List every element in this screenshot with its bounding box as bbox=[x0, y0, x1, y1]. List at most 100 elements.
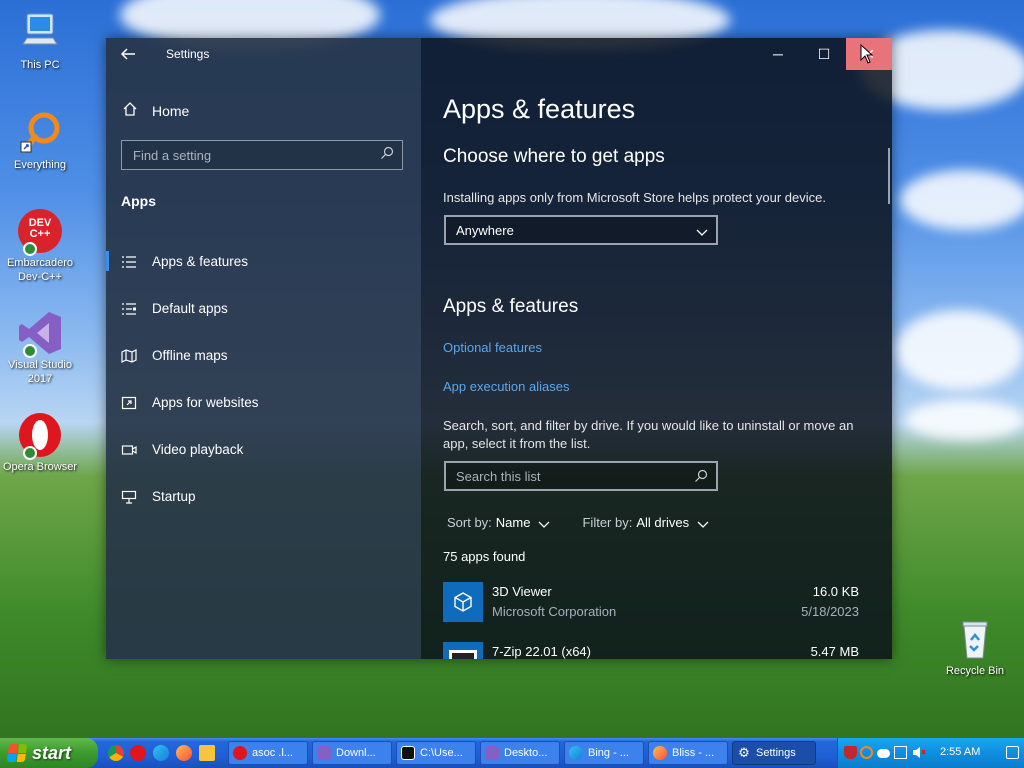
firefox-icon[interactable] bbox=[176, 745, 192, 761]
taskbar-button-label: Bliss - ... bbox=[672, 747, 715, 759]
back-arrow-icon[interactable] bbox=[120, 46, 138, 64]
check-badge-icon bbox=[23, 344, 37, 358]
start-button[interactable]: start bbox=[0, 738, 98, 768]
filter-by-dropdown[interactable]: Filter by: All drives bbox=[582, 515, 709, 530]
search-list-input[interactable]: Search this list bbox=[444, 461, 718, 491]
taskbar-button-settings[interactable]: ⚙ Settings bbox=[732, 741, 816, 765]
opera-icon[interactable] bbox=[130, 745, 146, 761]
search-icon bbox=[694, 469, 708, 483]
map-icon bbox=[120, 348, 138, 364]
desktop-icon-label: Visual Studio 2017 bbox=[7, 359, 72, 385]
taskbar-button-bing[interactable]: Bing - ... bbox=[564, 741, 644, 765]
opera-icon bbox=[17, 412, 63, 460]
cloud bbox=[900, 170, 1024, 230]
optional-features-link[interactable]: Optional features bbox=[443, 340, 542, 355]
taskbar-button-bliss[interactable]: Bliss - ... bbox=[648, 741, 728, 765]
start-label: start bbox=[32, 742, 72, 763]
nav-item-label: Offline maps bbox=[152, 348, 228, 363]
nav-item-default-apps[interactable]: Default apps bbox=[106, 285, 421, 332]
nav-item-apps-features[interactable]: Apps & features bbox=[106, 238, 421, 285]
filter-value: All drives bbox=[636, 515, 690, 530]
taskbar-button-label: Settings bbox=[756, 747, 796, 759]
choose-heading: Choose where to get apps bbox=[443, 146, 665, 167]
app-list-item[interactable]: 3D Viewer Microsoft Corporation 16.0 KB … bbox=[443, 582, 859, 630]
search-icon bbox=[380, 146, 394, 160]
taskbar-button-label: Deskto... bbox=[504, 747, 548, 759]
folder-icon[interactable] bbox=[199, 745, 215, 761]
section-title: Apps bbox=[121, 193, 156, 209]
sort-by-dropdown[interactable]: Sort by: Name bbox=[447, 515, 550, 530]
nav-item-startup[interactable]: Startup bbox=[106, 473, 421, 520]
settings-main: ─ ☐ ✕ Apps & features Choose where to ge… bbox=[421, 38, 892, 659]
taskbar-button-label: Bing - ... bbox=[588, 747, 629, 759]
open-external-icon bbox=[120, 395, 138, 411]
desktop-icon-label: This PC bbox=[20, 59, 60, 71]
network-icon[interactable] bbox=[894, 746, 907, 759]
maximize-button[interactable]: ☐ bbox=[801, 38, 847, 70]
chevron-down-icon bbox=[696, 224, 708, 236]
edge-icon[interactable] bbox=[153, 745, 169, 761]
gear-icon: ⚙ bbox=[738, 745, 750, 760]
desktop-icon-this-pc[interactable]: This PC bbox=[2, 10, 78, 72]
nav-item-video-playback[interactable]: Video playback bbox=[106, 426, 421, 473]
devcpp-icon-text: DEV C++ bbox=[28, 217, 52, 240]
desktop-icon-devcpp[interactable]: DEV C++ Embarcadero Dev-C++ bbox=[2, 208, 78, 284]
taskbar-button-7zip[interactable]: C:\Use... bbox=[396, 741, 476, 765]
firefox-icon bbox=[653, 746, 667, 760]
search-description: Search, sort, and filter by drive. If yo… bbox=[443, 418, 854, 451]
nav-item-label: Video playback bbox=[152, 442, 244, 457]
startup-icon bbox=[120, 489, 138, 505]
page-title: Apps & features bbox=[443, 94, 636, 124]
nav-home[interactable]: Home bbox=[120, 100, 189, 122]
onedrive-cloud-icon[interactable] bbox=[877, 749, 890, 758]
volume-muted-icon[interactable] bbox=[912, 746, 926, 759]
scrollbar[interactable] bbox=[888, 148, 890, 204]
check-badge-icon bbox=[23, 242, 37, 256]
nav-item-apps-for-websites[interactable]: Apps for websites bbox=[106, 379, 421, 426]
visual-studio-icon bbox=[485, 746, 499, 760]
list-icon bbox=[120, 254, 138, 270]
taskbar-button-desktop[interactable]: Deskto... bbox=[480, 741, 560, 765]
app-date: 5/18/2023 bbox=[801, 604, 859, 619]
desktop-icon-label: Embarcadero Dev-C++ bbox=[6, 257, 74, 283]
chevron-down-icon bbox=[697, 518, 709, 528]
settings-window: Settings Home Find a setting Apps Apps &… bbox=[106, 38, 892, 659]
opera-icon bbox=[233, 746, 247, 760]
app-list-item[interactable]: 7-Zip 22.01 (x64) 5.47 MB bbox=[443, 642, 859, 659]
nav-item-label: Default apps bbox=[152, 301, 228, 316]
filter-label: Filter by: bbox=[582, 515, 633, 530]
find-setting-input[interactable]: Find a setting bbox=[121, 140, 403, 170]
magnifier-icon bbox=[17, 110, 63, 156]
desktop-icon-everything[interactable]: Everything bbox=[2, 110, 78, 172]
minimize-button[interactable]: ─ bbox=[755, 38, 801, 70]
nav-home-label: Home bbox=[152, 103, 190, 119]
desktop-icon-recycle-bin[interactable]: Recycle Bin bbox=[937, 616, 1013, 678]
security-shield-icon[interactable] bbox=[844, 746, 857, 759]
desktop-icon-visual-studio[interactable]: Visual Studio 2017 bbox=[2, 310, 78, 386]
chevron-down-icon bbox=[538, 518, 550, 528]
app-execution-aliases-link[interactable]: App execution aliases bbox=[443, 379, 569, 394]
desktop-icon-label: Everything bbox=[14, 159, 66, 171]
nav-item-label: Startup bbox=[152, 489, 196, 504]
search-placeholder: Find a setting bbox=[133, 148, 212, 163]
check-badge-icon bbox=[23, 446, 37, 460]
app-source-dropdown[interactable]: Anywhere bbox=[444, 215, 718, 245]
everything-tray-icon[interactable] bbox=[860, 746, 873, 759]
notification-icon[interactable] bbox=[1006, 746, 1019, 759]
search-list-placeholder: Search this list bbox=[456, 469, 541, 484]
3d-viewer-icon bbox=[443, 582, 483, 622]
taskbar-button-downloads[interactable]: Downl... bbox=[312, 741, 392, 765]
sort-value: Name bbox=[495, 515, 531, 530]
desktop-icon-opera[interactable]: Opera Browser bbox=[2, 412, 78, 474]
choose-description: Installing apps only from Microsoft Stor… bbox=[443, 190, 826, 205]
chrome-icon[interactable] bbox=[108, 745, 124, 761]
features-heading: Apps & features bbox=[443, 296, 579, 317]
taskbar-button-opera[interactable]: asoc .l... bbox=[228, 741, 308, 765]
app-name: 3D Viewer bbox=[492, 584, 552, 599]
clock[interactable]: 2:55 AM bbox=[940, 746, 980, 758]
taskbar-button-label: Downl... bbox=[336, 747, 376, 759]
windows-logo-icon bbox=[6, 744, 28, 762]
computer-icon bbox=[17, 10, 63, 56]
nav-item-offline-maps[interactable]: Offline maps bbox=[106, 332, 421, 379]
7zip-icon bbox=[443, 642, 483, 659]
